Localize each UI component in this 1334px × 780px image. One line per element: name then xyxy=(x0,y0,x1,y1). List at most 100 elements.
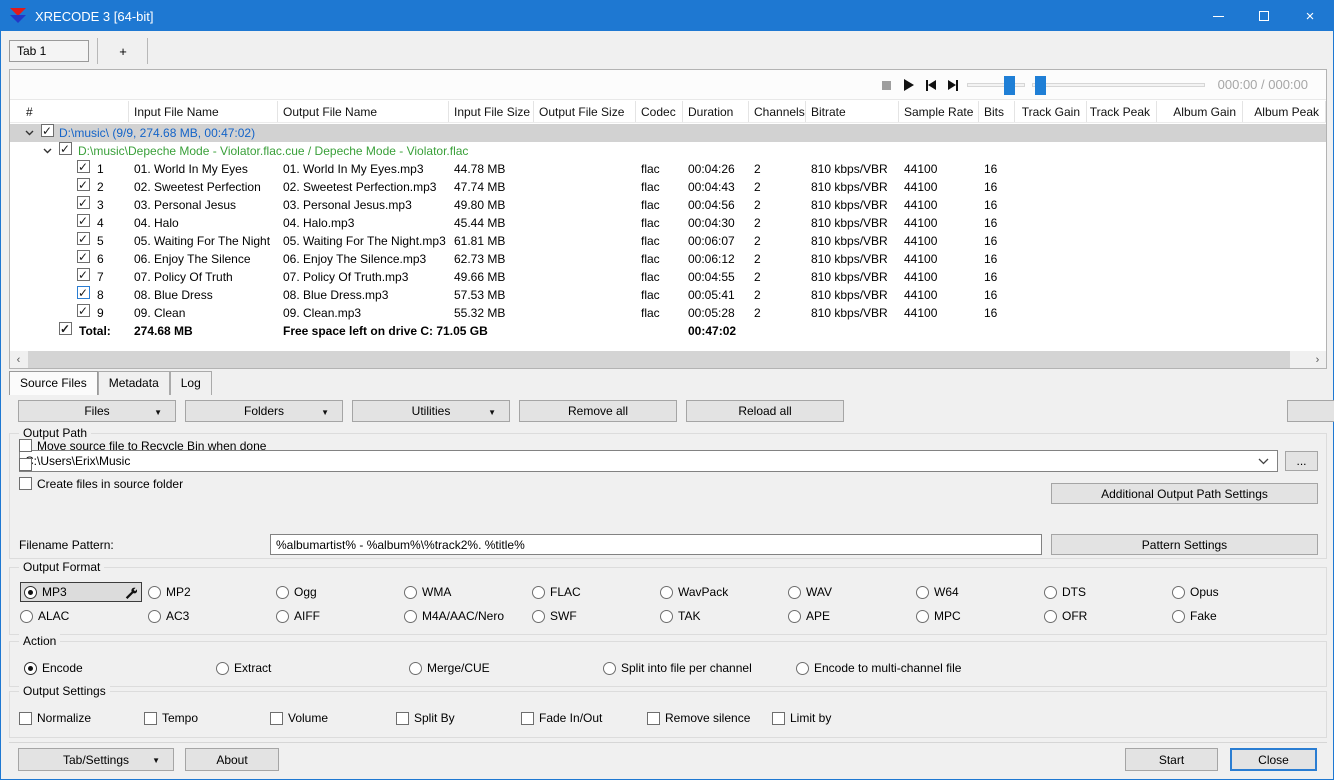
folders-button[interactable]: Folders ▼ xyxy=(185,400,343,422)
table-row[interactable]: 7 07. Policy Of Truth 07. Policy Of Trut… xyxy=(10,268,1326,286)
tab-metadata[interactable]: Metadata xyxy=(97,371,170,395)
table-row[interactable]: 8 08. Blue Dress 08. Blue Dress.mp3 57.5… xyxy=(10,286,1326,304)
checkbox[interactable] xyxy=(396,711,409,725)
format-radio-option[interactable]: MPC xyxy=(916,606,1044,626)
radio-icon[interactable] xyxy=(788,609,801,623)
start-button[interactable]: Start xyxy=(1125,748,1218,771)
remove-all-button[interactable]: Remove all xyxy=(519,400,677,422)
track-checkbox[interactable] xyxy=(77,196,90,212)
action-radio-option[interactable]: Split into file per channel xyxy=(603,658,796,678)
format-radio-option[interactable]: DTS xyxy=(1044,582,1172,602)
radio-icon[interactable] xyxy=(409,661,422,675)
radio-icon[interactable] xyxy=(404,609,417,623)
radio-icon[interactable] xyxy=(532,585,545,599)
format-radio-option[interactable]: AC3 xyxy=(148,606,276,626)
column-header-input-file-name[interactable]: Input File Name xyxy=(129,101,278,122)
checkbox[interactable] xyxy=(772,711,785,725)
more-options-button[interactable]: ▼ xyxy=(1287,400,1334,422)
radio-icon[interactable] xyxy=(1172,609,1185,623)
column-header-bits[interactable]: Bits xyxy=(979,101,1015,122)
track-checkbox[interactable] xyxy=(77,160,90,176)
column-header-album-gain[interactable]: Album Gain xyxy=(1157,101,1243,122)
add-tab-button[interactable]: + xyxy=(101,40,145,62)
radio-icon[interactable] xyxy=(148,609,161,623)
table-row[interactable]: 2 02. Sweetest Perfection 02. Sweetest P… xyxy=(10,178,1326,196)
setting-checkbox-option[interactable]: Remove silence xyxy=(647,708,772,728)
track-checkbox[interactable] xyxy=(77,268,90,284)
radio-icon[interactable] xyxy=(1044,609,1057,623)
radio-icon[interactable] xyxy=(532,609,545,623)
folder-group-row[interactable]: D:\music\ (9/9, 274.68 MB, 00:47:02) xyxy=(10,122,1326,142)
table-row[interactable]: 6 06. Enjoy The Silence 06. Enjoy The Si… xyxy=(10,250,1326,268)
radio-icon[interactable] xyxy=(20,609,33,623)
wrench-icon[interactable] xyxy=(124,586,138,602)
table-row[interactable]: 3 03. Personal Jesus 03. Personal Jesus.… xyxy=(10,196,1326,214)
format-radio-option[interactable]: Ogg xyxy=(276,582,404,602)
checkbox[interactable] xyxy=(521,711,534,725)
column-header-channels[interactable]: Channels xyxy=(749,101,806,122)
checkbox[interactable] xyxy=(19,439,32,452)
format-radio-option[interactable]: WavPack xyxy=(660,582,788,602)
format-radio-option[interactable]: OFR xyxy=(1044,606,1172,626)
files-button[interactable]: Files ▼ xyxy=(18,400,176,422)
track-checkbox[interactable] xyxy=(77,250,90,266)
track-checkbox[interactable] xyxy=(77,178,90,194)
volume-slider[interactable] xyxy=(967,76,1025,95)
stop-button[interactable] xyxy=(878,77,894,93)
radio-icon[interactable] xyxy=(916,585,929,599)
track-checkbox[interactable] xyxy=(77,214,90,230)
radio-icon[interactable] xyxy=(24,585,37,599)
output-path-combo[interactable]: C:\Users\Erix\Music xyxy=(19,450,1278,472)
table-row[interactable]: 9 09. Clean 09. Clean.mp3 55.32 MB flac … xyxy=(10,304,1326,322)
action-radio-option[interactable]: Merge/CUE xyxy=(409,658,603,678)
radio-icon[interactable] xyxy=(24,661,37,675)
column-header-sample-rate[interactable]: Sample Rate xyxy=(899,101,979,122)
scrollbar-thumb[interactable] xyxy=(28,351,1290,368)
column-header-output-file-name[interactable]: Output File Name xyxy=(278,101,449,122)
radio-icon[interactable] xyxy=(1172,585,1185,599)
format-radio-option[interactable]: TAK xyxy=(660,606,788,626)
format-radio-option[interactable]: M4A/AAC/Nero xyxy=(404,606,532,626)
format-radio-option[interactable]: MP3 xyxy=(20,582,142,602)
column-header-number[interactable]: # xyxy=(10,101,129,122)
setting-checkbox-option[interactable]: Split By xyxy=(396,708,521,728)
table-row[interactable]: 1 01. World In My Eyes 01. World In My E… xyxy=(10,160,1326,178)
radio-icon[interactable] xyxy=(276,609,289,623)
format-radio-option[interactable]: AIFF xyxy=(276,606,404,626)
reload-all-button[interactable]: Reload all xyxy=(686,400,844,422)
radio-icon[interactable] xyxy=(1044,585,1057,599)
format-radio-option[interactable]: Opus xyxy=(1172,582,1300,602)
column-header-output-file-size[interactable]: Output File Size xyxy=(534,101,636,122)
total-checkbox[interactable] xyxy=(59,322,72,338)
horizontal-scrollbar[interactable]: ‹ › xyxy=(10,351,1326,368)
format-radio-option[interactable]: WAV xyxy=(788,582,916,602)
setting-checkbox-option[interactable]: Fade In/Out xyxy=(521,708,647,728)
format-radio-option[interactable]: W64 xyxy=(916,582,1044,602)
format-radio-option[interactable]: APE xyxy=(788,606,916,626)
scroll-left-arrow-icon[interactable]: ‹ xyxy=(10,351,27,368)
album-group-row[interactable]: D:\music\Depeche Mode - Violator.flac.cu… xyxy=(10,140,1326,160)
checkbox[interactable] xyxy=(647,711,660,725)
tab-settings-button[interactable]: Tab/Settings ▼ xyxy=(18,748,174,771)
format-radio-option[interactable]: FLAC xyxy=(532,582,660,602)
checkbox[interactable] xyxy=(270,711,283,725)
close-window-button[interactable]: × xyxy=(1287,1,1333,31)
setting-checkbox-option[interactable]: Tempo xyxy=(144,708,270,728)
column-header-track-gain[interactable]: Track Gain xyxy=(1015,101,1087,122)
action-radio-option[interactable]: Extract xyxy=(216,658,409,678)
volume-slider-thumb[interactable] xyxy=(1004,76,1015,95)
format-radio-option[interactable]: MP2 xyxy=(148,582,276,602)
minimize-button[interactable] xyxy=(1195,1,1241,31)
radio-icon[interactable] xyxy=(796,661,809,675)
format-radio-option[interactable]: ALAC xyxy=(20,606,148,626)
maximize-button[interactable] xyxy=(1241,1,1287,31)
setting-checkbox-option[interactable]: Volume xyxy=(270,708,396,728)
tab-1[interactable]: Tab 1 xyxy=(9,40,89,62)
chevron-down-icon[interactable] xyxy=(43,142,53,160)
setting-checkbox-option[interactable]: Normalize xyxy=(19,708,144,728)
tab-source-files[interactable]: Source Files xyxy=(9,371,98,395)
chevron-down-icon[interactable] xyxy=(25,124,35,142)
format-radio-option[interactable]: SWF xyxy=(532,606,660,626)
checkbox[interactable] xyxy=(144,711,157,725)
tab-log[interactable]: Log xyxy=(169,371,212,395)
